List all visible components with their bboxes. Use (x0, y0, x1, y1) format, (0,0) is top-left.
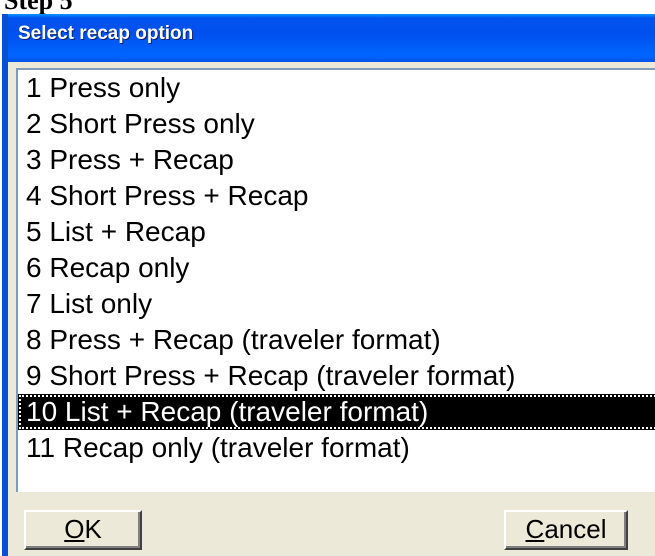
cancel-button[interactable]: Cancel (504, 510, 628, 550)
list-item-option-10-selected[interactable]: 10 List + Recap (traveler format) (18, 394, 655, 430)
list-item-option-7[interactable]: 7 List only (18, 286, 655, 322)
list-item-option-5[interactable]: 5 List + Recap (18, 214, 655, 250)
page-heading: Step 5 (0, 0, 655, 14)
select-recap-dialog: Select recap option 1 Press only 2 Short… (2, 14, 655, 556)
dialog-title: Select recap option (18, 23, 194, 44)
cancel-label-rest: ancel (544, 514, 607, 544)
list-item-option-3[interactable]: 3 Press + Recap (18, 142, 655, 178)
ok-label-rest: K (84, 514, 102, 544)
ok-mnemonic: O (64, 514, 85, 544)
page-heading-text: Step 5 (4, 0, 73, 14)
list-item-option-4[interactable]: 4 Short Press + Recap (18, 178, 655, 214)
list-item-option-8[interactable]: 8 Press + Recap (traveler format) (18, 322, 655, 358)
list-item-option-1[interactable]: 1 Press only (18, 70, 655, 106)
list-item-option-9[interactable]: 9 Short Press + Recap (traveler format) (18, 358, 655, 394)
list-item-option-6[interactable]: 6 Recap only (18, 250, 655, 286)
recap-option-list[interactable]: 1 Press only 2 Short Press only 3 Press … (16, 68, 655, 492)
title-bar[interactable]: Select recap option (8, 14, 655, 62)
list-item-option-11[interactable]: 11 Recap only (traveler format) (18, 430, 655, 466)
list-item-option-2[interactable]: 2 Short Press only (18, 106, 655, 142)
ok-button[interactable]: OK (24, 510, 142, 550)
ok-button-label: OK (64, 514, 102, 544)
cancel-mnemonic: C (525, 514, 545, 544)
cancel-button-label: Cancel (526, 514, 607, 544)
